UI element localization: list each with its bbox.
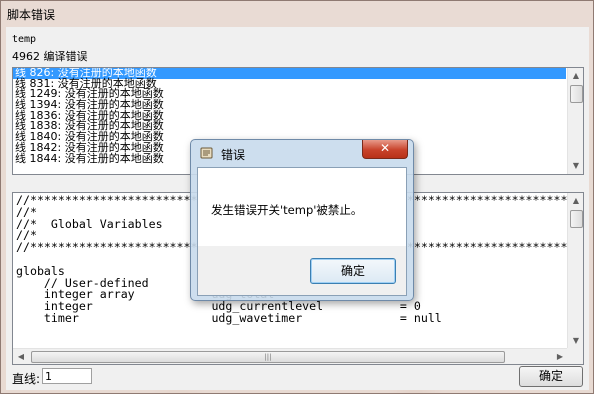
close-icon[interactable]: ✕	[362, 140, 408, 159]
error-dialog: 错误 ✕ 发生错误开关'temp'被禁止。 确定	[190, 139, 414, 301]
scroll-left-icon[interactable]: ◀	[13, 349, 29, 364]
scroll-down-icon[interactable]: ▼	[568, 158, 583, 174]
script-name: temp	[12, 34, 37, 45]
dialog-message-area: 发生错误开关'temp'被禁止。	[198, 168, 406, 246]
line-number-input[interactable]	[42, 368, 92, 384]
scroll-down-icon[interactable]: ▼	[568, 333, 583, 349]
error-summary: 4962 编译错误	[12, 50, 88, 63]
ok-button[interactable]: 确定	[519, 366, 583, 387]
code-vertical-scrollbar[interactable]: ▲ ▼	[567, 193, 583, 349]
scroll-thumb[interactable]	[570, 210, 583, 228]
dialog-title: 错误	[221, 148, 246, 162]
scroll-icon	[200, 147, 213, 159]
error-list-scrollbar[interactable]: ▲ ▼	[567, 68, 583, 174]
scroll-up-icon[interactable]: ▲	[568, 68, 583, 84]
code-horizontal-scrollbar[interactable]: ◀ ||| ▶	[13, 348, 568, 364]
scrollbar-corner	[567, 348, 583, 364]
scroll-right-icon[interactable]: ▶	[552, 349, 568, 364]
scroll-thumb[interactable]: |||	[31, 351, 505, 363]
code-line: timer udg_wavetimer = null	[16, 310, 442, 325]
scroll-thumb[interactable]	[570, 85, 583, 103]
scroll-up-icon[interactable]: ▲	[568, 193, 583, 209]
window-title: 脚本错误	[7, 8, 56, 22]
dialog-body: 发生错误开关'temp'被禁止。 确定	[197, 167, 407, 296]
dialog-ok-button[interactable]: 确定	[310, 258, 396, 284]
dialog-message: 发生错误开关'temp'被禁止。	[211, 203, 363, 217]
line-label: 直线:	[12, 372, 41, 386]
